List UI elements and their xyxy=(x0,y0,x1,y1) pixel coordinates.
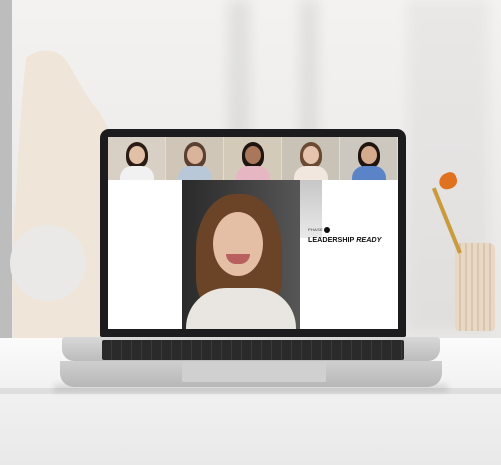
participant-tile[interactable] xyxy=(108,137,166,180)
brand-title-main: LEADERSHIP xyxy=(308,235,355,244)
participant-strip xyxy=(108,137,398,180)
laptop-screen: PHASE 30 LEADERSHIP READY xyxy=(108,137,398,329)
active-speaker-video[interactable] xyxy=(182,180,300,329)
video-blank-left xyxy=(108,180,182,329)
brand-title-italic: READY xyxy=(356,235,382,244)
participant-tile[interactable] xyxy=(340,137,398,180)
speaker-face xyxy=(213,212,263,276)
laptop-trackpad xyxy=(182,362,326,382)
ribbed-pot xyxy=(455,243,495,331)
shared-slide: PHASE 30 LEADERSHIP READY xyxy=(300,180,398,329)
participant-tile[interactable] xyxy=(224,137,282,180)
participant-tile[interactable] xyxy=(282,137,340,180)
participant-tile[interactable] xyxy=(166,137,224,180)
photo-scene: PHASE 30 LEADERSHIP READY xyxy=(0,0,501,465)
laptop-keyboard xyxy=(102,340,404,360)
brand-logo-icon xyxy=(324,227,330,233)
brand-title: LEADERSHIP READY xyxy=(308,235,381,244)
speaker-body xyxy=(186,288,296,329)
